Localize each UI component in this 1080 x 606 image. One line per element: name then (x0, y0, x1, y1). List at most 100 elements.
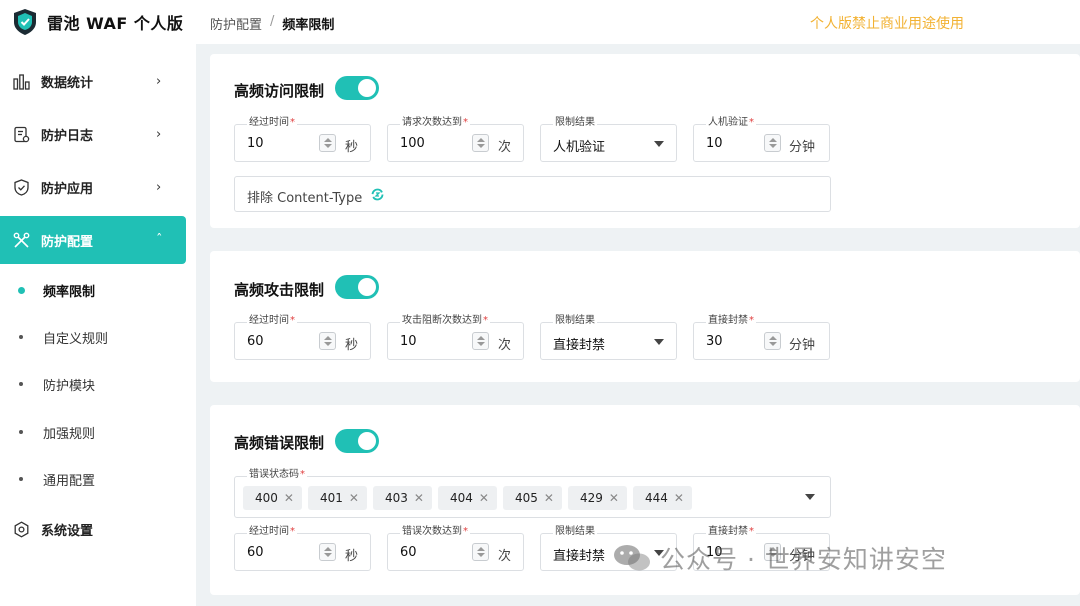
close-icon[interactable]: ✕ (349, 491, 359, 505)
field-value: 直接封禁 (553, 338, 606, 353)
field-unit: 次 (498, 338, 512, 353)
status-code-tag[interactable]: 444 ✕ (633, 486, 692, 510)
bullet-dot-icon (19, 477, 23, 481)
field-placeholder: 排除 Content-Type (247, 191, 363, 206)
access-limit-card: 高频访问限制 经过时间* 10 秒 请求次数达到* 100 次 限制结果 人机验… (210, 54, 1080, 228)
attack-limit-card: 高频攻击限制 经过时间* 60 秒 攻击阻断次数达到* 10 次 限制结果 直接… (210, 251, 1080, 382)
watermark: 公众号 · 世界安知讲安空 (612, 540, 947, 576)
sidebar-subitem-rate-limit[interactable]: 频率限制 (0, 270, 196, 310)
field-value: 60 (247, 334, 264, 349)
wechat-icon (614, 545, 650, 571)
field-label: 直接封禁 (708, 526, 748, 537)
field-label: 经过时间 (249, 117, 289, 128)
period-input[interactable]: 经过时间* 60 秒 (234, 315, 371, 360)
error-limit-toggle[interactable] (335, 429, 379, 453)
stepper-icon[interactable] (472, 134, 489, 152)
field-label: 人机验证 (708, 117, 748, 128)
status-code-multiselect[interactable]: 错误状态码* 400 ✕ 401 ✕ 403 ✕ 404 ✕ 405 ✕ 429 ✕ 444… (234, 469, 831, 518)
stepper-icon[interactable] (319, 134, 336, 152)
sidebar-item-logs[interactable]: 防护日志 › (0, 110, 196, 158)
card-title: 高频攻击限制 (234, 281, 325, 299)
access-limit-toggle[interactable] (335, 76, 379, 100)
shield-logo-icon (14, 9, 36, 35)
breadcrumb-current: 频率限制 (282, 18, 335, 33)
field-unit: 秒 (345, 140, 359, 155)
field-value: 直接封禁 (553, 549, 606, 564)
sidebar-subitem-enhanced-rules[interactable]: 加强规则 (0, 412, 196, 452)
error-count-input[interactable]: 错误次数达到* 60 次 (387, 526, 524, 571)
sidebar-item-stats[interactable]: 数据统计 › (0, 57, 196, 105)
stepper-icon[interactable] (764, 332, 781, 350)
chevron-right-icon: › (156, 73, 162, 89)
field-label: 限制结果 (553, 526, 597, 538)
status-code-tag[interactable]: 429 ✕ (568, 486, 627, 510)
breadcrumb-separator: / (270, 14, 275, 29)
sidebar-subitem-label: 频率限制 (43, 284, 96, 300)
field-label: 经过时间 (249, 526, 289, 537)
attack-count-input[interactable]: 攻击阻断次数达到* 10 次 (387, 315, 524, 360)
sidebar-item-system-settings[interactable]: 系统设置 (0, 505, 196, 553)
status-code-tag[interactable]: 400 ✕ (243, 486, 302, 510)
chevron-down-icon (654, 141, 664, 147)
close-icon[interactable]: ✕ (609, 491, 619, 505)
status-code-tag[interactable]: 405 ✕ (503, 486, 562, 510)
chevron-right-icon: › (156, 126, 162, 142)
status-code-tag[interactable]: 403 ✕ (373, 486, 432, 510)
field-value: 100 (400, 136, 425, 151)
attack-limit-toggle[interactable] (335, 275, 379, 299)
field-label: 攻击阻断次数达到 (402, 315, 482, 326)
brand[interactable]: 雷池 WAF 个人版 (12, 6, 183, 38)
topbar: 防护配置 / 频率限制 个人版禁止商业用途使用 (196, 0, 1080, 44)
result-select[interactable]: 限制结果 人机验证 (540, 117, 677, 162)
sidebar-item-label: 数据统计 (41, 75, 94, 91)
chevron-right-icon: › (156, 179, 162, 195)
refresh-icon[interactable] (371, 188, 384, 201)
field-unit: 次 (498, 549, 512, 564)
period-input[interactable]: 经过时间* 60 秒 (234, 526, 371, 571)
chevron-down-icon[interactable] (805, 494, 815, 500)
field-value: 30 (706, 334, 723, 349)
field-label: 经过时间 (249, 315, 289, 326)
verify-duration-input[interactable]: 人机验证* 10 分钟 (693, 117, 830, 162)
field-value: 人机验证 (553, 140, 606, 155)
sidebar-item-apps[interactable]: 防护应用 › (0, 163, 196, 211)
field-label: 错误状态码 (249, 469, 299, 480)
shield-icon (14, 178, 29, 196)
license-notice: 个人版禁止商业用途使用 (810, 16, 964, 32)
ban-duration-input[interactable]: 直接封禁* 30 分钟 (693, 315, 830, 360)
close-icon[interactable]: ✕ (414, 491, 424, 505)
field-value: 60 (247, 545, 264, 560)
field-value: 10 (706, 136, 723, 151)
brand-name: 雷池 WAF 个人版 (47, 14, 184, 33)
sidebar-subitem-general-config[interactable]: 通用配置 (0, 459, 196, 499)
stepper-icon[interactable] (472, 332, 489, 350)
field-unit: 秒 (345, 549, 359, 564)
stepper-icon[interactable] (319, 332, 336, 350)
period-input[interactable]: 经过时间* 10 秒 (234, 117, 371, 162)
field-label: 错误次数达到 (402, 526, 462, 537)
result-select[interactable]: 限制结果 直接封禁 (540, 315, 677, 360)
close-icon[interactable]: ✕ (284, 491, 294, 505)
log-icon (14, 126, 30, 142)
field-unit: 分钟 (789, 338, 816, 353)
sidebar-item-label: 系统设置 (41, 523, 94, 539)
sidebar-item-protection-config[interactable]: 防护配置 ˆ (0, 216, 186, 264)
close-icon[interactable]: ✕ (674, 491, 684, 505)
request-count-input[interactable]: 请求次数达到* 100 次 (387, 117, 524, 162)
sidebar-subitem-modules[interactable]: 防护模块 (0, 364, 196, 404)
exclude-content-type-field[interactable]: 排除 Content-Type (234, 176, 831, 212)
field-label: 直接封禁 (708, 315, 748, 326)
close-icon[interactable]: ✕ (479, 491, 489, 505)
stepper-icon[interactable] (319, 543, 336, 561)
sidebar-subitem-custom-rules[interactable]: 自定义规则 (0, 317, 196, 357)
field-unit: 秒 (345, 338, 359, 353)
stepper-icon[interactable] (764, 134, 781, 152)
bullet-dot-icon (19, 430, 23, 434)
watermark-text: 公众号 · 世界安知讲安空 (660, 545, 947, 574)
breadcrumb-parent[interactable]: 防护配置 (210, 14, 262, 33)
status-code-tag[interactable]: 404 ✕ (438, 486, 497, 510)
close-icon[interactable]: ✕ (544, 491, 554, 505)
card-title: 高频访问限制 (234, 82, 325, 100)
status-code-tag[interactable]: 401 ✕ (308, 486, 367, 510)
stepper-icon[interactable] (472, 543, 489, 561)
